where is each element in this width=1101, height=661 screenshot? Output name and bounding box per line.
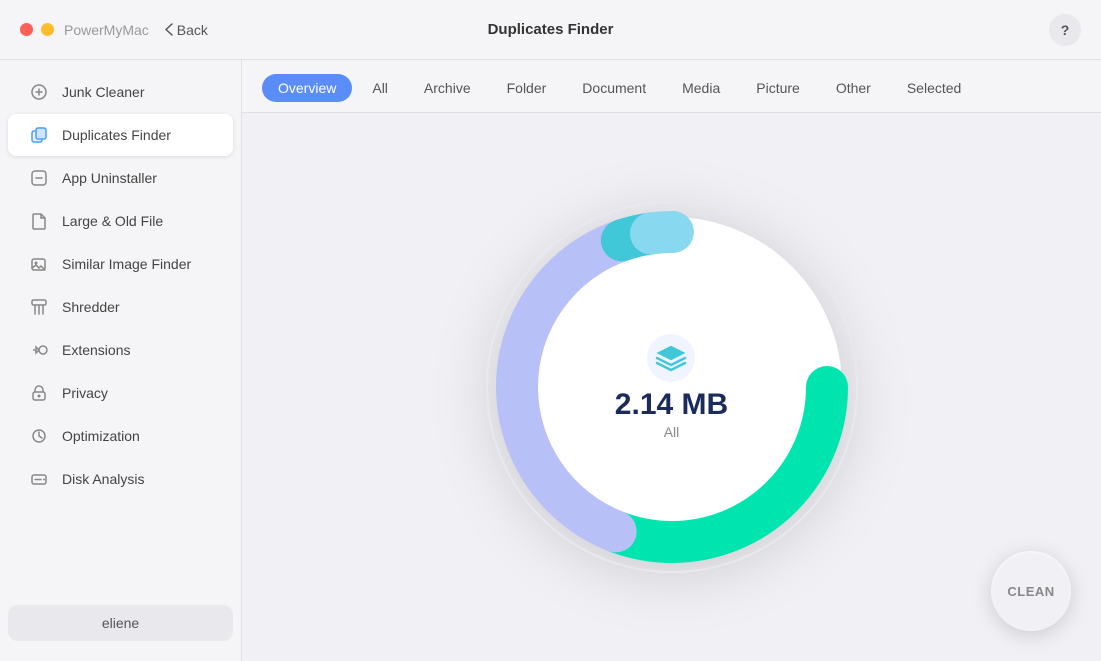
- duplicates-finder-icon: [28, 124, 50, 146]
- traffic-lights: [20, 23, 54, 36]
- window-title: Duplicates Finder: [488, 21, 614, 38]
- sidebar-item-disk-analysis[interactable]: Disk Analysis: [8, 458, 233, 500]
- sidebar-item-label-privacy: Privacy: [62, 385, 108, 401]
- title-bar: PowerMyMac Back Duplicates Finder ?: [0, 0, 1101, 60]
- sidebar-item-label-similar-image-finder: Similar Image Finder: [62, 256, 191, 272]
- sidebar-item-app-uninstaller[interactable]: App Uninstaller: [8, 157, 233, 199]
- chart-icon: [647, 334, 695, 382]
- shredder-icon: [28, 296, 50, 318]
- help-button[interactable]: ?: [1049, 14, 1081, 46]
- app-uninstaller-icon: [28, 167, 50, 189]
- tab-overview[interactable]: Overview: [262, 74, 352, 102]
- minimize-button[interactable]: [41, 23, 54, 36]
- back-button[interactable]: Back: [165, 22, 208, 38]
- extensions-icon: [28, 339, 50, 361]
- chart-center: 2.14 MB All: [615, 334, 728, 440]
- junk-cleaner-icon: [28, 81, 50, 103]
- sidebar-item-label-duplicates-finder: Duplicates Finder: [62, 127, 171, 143]
- main-layout: Junk Cleaner Duplicates Finder App Uninsta…: [0, 60, 1101, 661]
- tab-other[interactable]: Other: [820, 74, 887, 102]
- tab-media[interactable]: Media: [666, 74, 736, 102]
- tab-folder[interactable]: Folder: [491, 74, 563, 102]
- disk-analysis-icon: [28, 468, 50, 490]
- chart-container: 2.14 MB All: [462, 177, 882, 597]
- tab-document[interactable]: Document: [566, 74, 662, 102]
- sidebar-item-label-optimization: Optimization: [62, 428, 140, 444]
- sidebar-item-label-extensions: Extensions: [62, 342, 130, 358]
- sidebar-item-optimization[interactable]: Optimization: [8, 415, 233, 457]
- tab-bar: OverviewAllArchiveFolderDocumentMediaPic…: [242, 60, 1101, 113]
- privacy-icon: [28, 382, 50, 404]
- user-badge: eliene: [8, 605, 233, 641]
- chevron-left-icon: [165, 23, 173, 36]
- chart-size: 2.14 MB: [615, 390, 728, 420]
- sidebar-bottom: eliene: [0, 595, 241, 651]
- tab-picture[interactable]: Picture: [740, 74, 816, 102]
- sidebar-item-label-app-uninstaller: App Uninstaller: [62, 170, 157, 186]
- sidebar-item-label-junk-cleaner: Junk Cleaner: [62, 84, 145, 100]
- main-content: 2.14 MB All CLEAN: [242, 113, 1101, 661]
- clean-button[interactable]: CLEAN: [991, 551, 1071, 631]
- tab-selected[interactable]: Selected: [891, 74, 977, 102]
- sidebar-item-shredder[interactable]: Shredder: [8, 286, 233, 328]
- layers-icon: [655, 344, 687, 372]
- sidebar-item-label-large-old-file: Large & Old File: [62, 213, 163, 229]
- app-name: PowerMyMac: [64, 22, 149, 38]
- sidebar-item-label-shredder: Shredder: [62, 299, 120, 315]
- sidebar-item-privacy[interactable]: Privacy: [8, 372, 233, 414]
- sidebar: Junk Cleaner Duplicates Finder App Uninsta…: [0, 60, 242, 661]
- sidebar-item-duplicates-finder[interactable]: Duplicates Finder: [8, 114, 233, 156]
- close-button[interactable]: [20, 23, 33, 36]
- similar-image-finder-icon: [28, 253, 50, 275]
- sidebar-item-large-old-file[interactable]: Large & Old File: [8, 200, 233, 242]
- sidebar-item-similar-image-finder[interactable]: Similar Image Finder: [8, 243, 233, 285]
- sidebar-item-extensions[interactable]: Extensions: [8, 329, 233, 371]
- sidebar-item-label-disk-analysis: Disk Analysis: [62, 471, 144, 487]
- chart-label: All: [664, 424, 680, 440]
- tab-all[interactable]: All: [356, 74, 404, 102]
- large-old-file-icon: [28, 210, 50, 232]
- content-area: OverviewAllArchiveFolderDocumentMediaPic…: [242, 60, 1101, 661]
- optimization-icon: [28, 425, 50, 447]
- tab-archive[interactable]: Archive: [408, 74, 487, 102]
- sidebar-item-junk-cleaner[interactable]: Junk Cleaner: [8, 71, 233, 113]
